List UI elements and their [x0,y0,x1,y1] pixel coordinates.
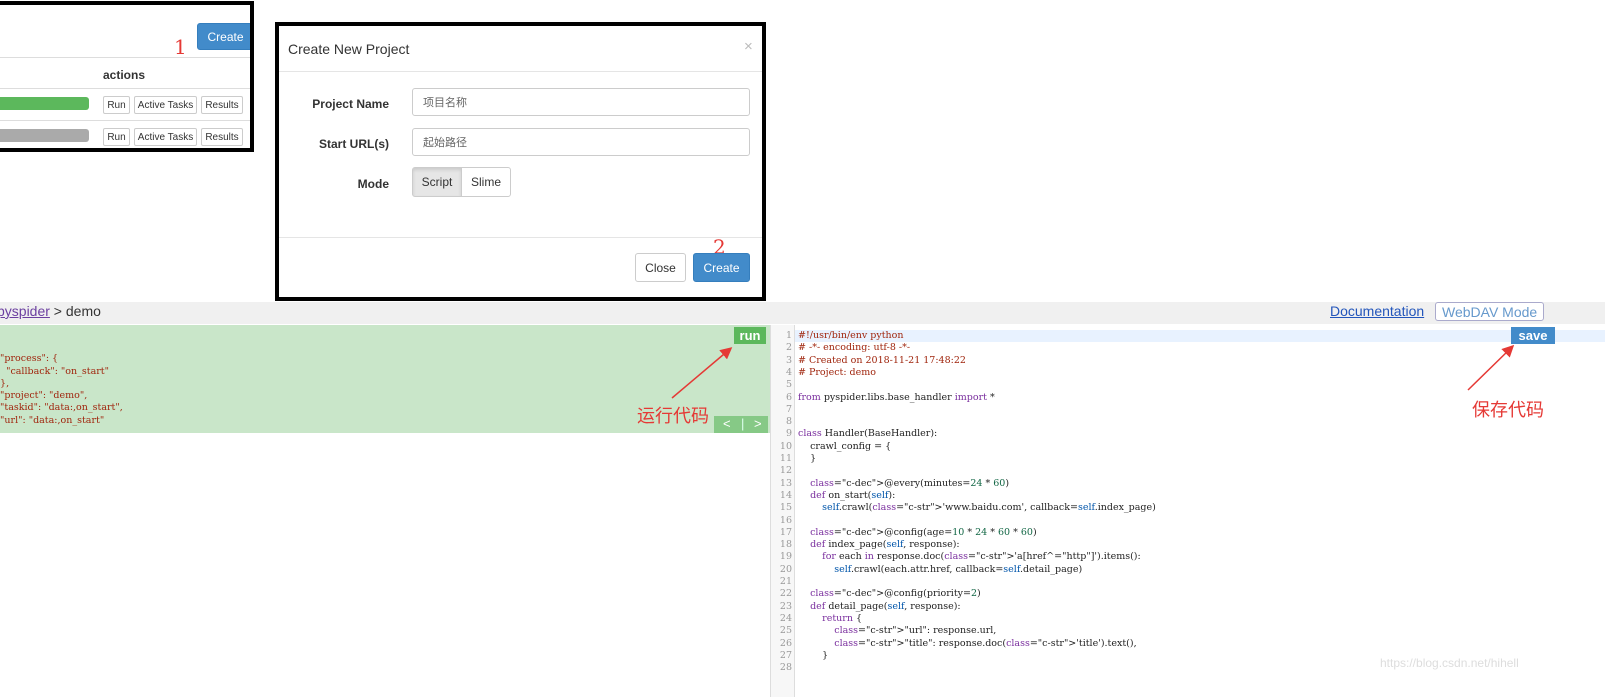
results-button[interactable]: Results [201,96,243,114]
line-number: 24 [779,612,792,624]
divider [279,71,762,72]
run-button[interactable]: Run [103,128,130,146]
progress-bar [0,97,89,110]
run-button[interactable]: run [734,327,766,344]
create-button[interactable]: Create [693,253,750,282]
line-number: 12 [779,465,792,477]
line-number: 17 [779,526,792,538]
breadcrumb-home-link[interactable]: pyspider [0,303,50,319]
prev-button[interactable]: < [723,416,731,431]
line-number: 5 [785,379,792,391]
line-number: 13 [779,477,792,489]
code-line[interactable]: class Handler(BaseHandler): [798,428,937,440]
close-icon[interactable]: × [744,38,753,55]
line-number: 2 [785,342,792,354]
save-button[interactable]: save [1511,327,1555,344]
line-number: 19 [779,551,792,563]
task-nav: < | > [714,416,768,433]
code-line[interactable]: self.crawl(each.attr.href, callback=self… [798,564,1082,576]
divider [279,237,762,238]
create-project-button[interactable]: Create [197,23,250,50]
line-number: 25 [779,625,792,637]
code-line[interactable]: def detail_page(self, response): [798,601,961,613]
code-line[interactable]: class="c-dec">@every(minutes=24 * 60) [798,478,1009,490]
line-number: 22 [779,588,792,600]
line-number: 27 [779,649,792,661]
line-number: 18 [779,539,792,551]
line-number: 9 [785,428,792,440]
close-button[interactable]: Close [635,253,686,282]
code-line[interactable]: } [798,650,828,662]
project-name-input[interactable]: 项目名称 [412,88,750,116]
line-number: 16 [779,514,792,526]
line-number: 1 [785,330,792,341]
nav-separator: | [741,416,745,431]
code-editor[interactable]: 1 #!/usr/bin/env python 2 # -*- encoding: u… [771,325,1605,697]
watermark: https://blog.csdn.net/hihell [1380,656,1519,670]
code-line[interactable]: for each in response.doc(class="c-str">'… [798,551,1141,563]
code-line[interactable]: self.crawl(class="c-str">'www.baidu.com'… [798,502,1156,514]
code-line[interactable]: class="c-str">"url": response.url, [798,625,996,637]
mode-label: Mode [357,177,389,191]
code-line[interactable]: def index_page(self, response): [798,539,960,551]
breadcrumb-current: demo [65,303,101,319]
code-line[interactable]: # -*- encoding: utf-8 -*- [798,342,910,354]
project-list-panel: 1 Create actions Run Active Tasks Result… [0,1,254,152]
active-tasks-button[interactable]: Active Tasks [134,128,197,146]
code-line[interactable]: #!/usr/bin/env python [798,330,904,342]
code-line[interactable]: class="c-str">"title": response.doc(clas… [798,638,1136,650]
code-line[interactable]: } [798,453,816,465]
active-tasks-button[interactable]: Active Tasks [134,96,197,114]
project-name-label: Project Name [312,97,389,111]
step-1-marker: 1 [174,35,187,59]
modal-title: Create New Project [288,41,410,57]
code-line[interactable]: return { [798,613,862,625]
webdav-mode-button[interactable]: WebDAV Mode [1435,302,1545,321]
run-button[interactable]: Run [103,96,130,114]
line-number: 28 [779,662,792,674]
results-button[interactable]: Results [201,128,243,146]
next-button[interactable]: > [754,416,762,431]
mode-script-toggle[interactable]: Script [412,167,462,197]
line-number: 26 [779,637,792,649]
active-line [795,330,1605,343]
code-line[interactable]: def on_start(self): [798,490,895,502]
code-line[interactable]: from pyspider.libs.base_handler import * [798,392,995,404]
start-url-input[interactable]: 起始路径 [412,128,750,156]
code-line[interactable]: crawl_config = { [798,441,891,453]
breadcrumb-separator: > [49,303,66,319]
code-line[interactable]: class="c-dec">@config(priority=2) [798,588,981,600]
line-number: 4 [785,366,792,378]
line-number: 15 [779,502,792,514]
line-number: 23 [779,600,792,612]
start-url-label: Start URL(s) [318,137,389,151]
breadcrumb: pyspider > demo [0,303,101,319]
debug-header: pyspider > demo Documentation WebDAV Mod… [0,302,1605,324]
line-number: 8 [785,416,792,428]
line-number: 10 [779,440,792,452]
line-number: 3 [785,354,792,366]
create-project-modal: Create New Project × Project Name 项目名称 S… [275,22,766,301]
line-number: 20 [779,563,792,575]
run-code-annotation: 运行代码 [637,406,709,427]
line-number: 14 [779,489,792,501]
divider [0,57,250,58]
line-number: 6 [785,391,792,403]
code-line[interactable]: # Project: demo [798,367,876,379]
line-number: 11 [779,453,792,464]
divider [0,120,250,121]
documentation-link[interactable]: Documentation [1330,303,1424,319]
code-line[interactable]: # Created on 2018-11-21 17:48:22 [798,355,966,367]
task-json: { "process": { "callback": "on_start" },… [0,341,123,438]
save-code-annotation: 保存代码 [1472,400,1544,421]
divider [0,88,250,89]
mode-slime-toggle[interactable]: Slime [461,167,511,197]
code-line[interactable]: class="c-dec">@config(age=10 * 24 * 60 *… [798,527,1037,539]
actions-column-header: actions [103,68,146,82]
line-number: 7 [785,403,792,415]
progress-bar [0,129,89,142]
line-number: 21 [779,576,792,587]
